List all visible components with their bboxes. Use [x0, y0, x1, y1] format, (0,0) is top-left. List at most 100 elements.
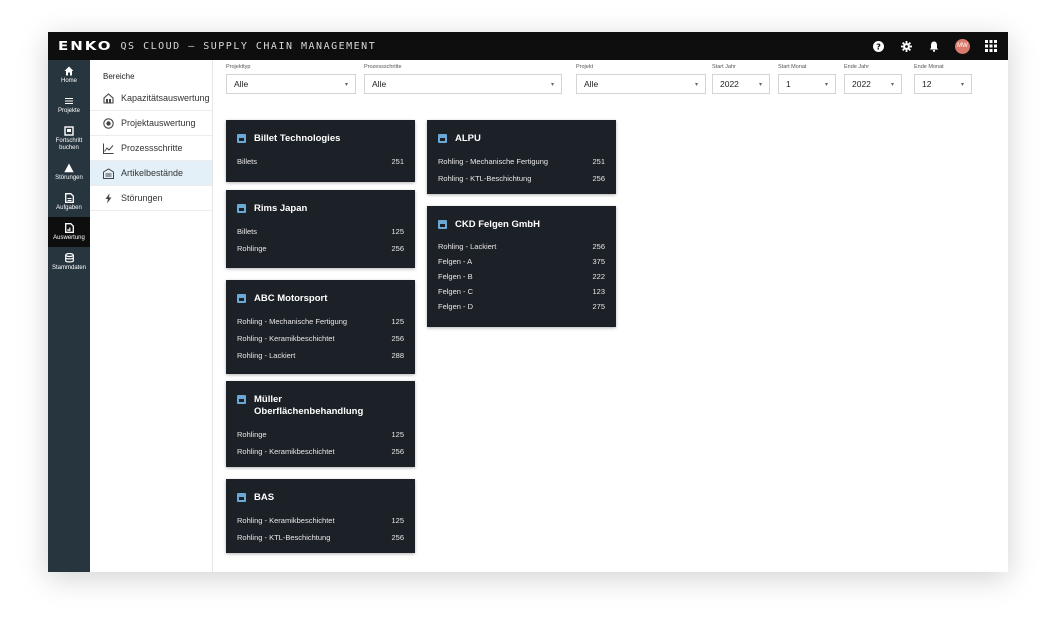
card-title: Müller Oberflächenbehandlung: [254, 394, 364, 417]
supplier-card-billet-technologies[interactable]: Billet Technologies Billets 251: [226, 120, 415, 182]
article-name: Rohling - Mechanische Fertigung: [438, 157, 549, 166]
card-row: Rohling - Keramikbeschichtet 125: [237, 512, 404, 529]
apps-grid-icon[interactable]: [984, 39, 998, 53]
avatar[interactable]: MW: [955, 38, 970, 54]
submenu-label: Artikelbestände: [121, 168, 184, 178]
image-icon: [237, 134, 246, 143]
submenu-heading: Bereiche: [103, 72, 135, 81]
prozessschritte-select[interactable]: Alle ▾: [364, 74, 562, 94]
supplier-card-mueller-oberflaechenbehandlung[interactable]: Müller Oberflächenbehandlung Rohlinge 125…: [226, 381, 415, 467]
chevron-down-icon: ▾: [550, 81, 554, 88]
article-count: 222: [592, 272, 605, 281]
article-count: 125: [391, 317, 404, 326]
list-icon: [65, 98, 73, 104]
submenu-item-projektauswertung[interactable]: Projektauswertung: [90, 111, 212, 136]
nav-item-stammdaten[interactable]: Stammdaten: [48, 247, 90, 277]
article-name: Rohling - KTL-Beschichtung: [438, 174, 532, 183]
article-name: Rohlinge: [237, 244, 267, 253]
app-window: ENKO QS CLOUD – SUPPLY CHAIN MANAGEMENT …: [48, 32, 1008, 572]
card-row: Rohling - Lackiert 288: [237, 347, 404, 364]
gear-icon[interactable]: [899, 39, 913, 53]
card-row: Rohling - Lackiert 256: [438, 239, 605, 254]
filter-prozessschritte: Prozessschritte Alle ▾: [364, 64, 562, 94]
capacity-icon: [103, 92, 114, 104]
supplier-card-ckd-felgen-gmbh[interactable]: CKD Felgen GmbH Rohling - Lackiert 256 Fe…: [427, 206, 616, 327]
article-name: Rohling - Keramikbeschichtet: [237, 334, 335, 343]
article-count: 256: [391, 244, 404, 253]
article-count: 125: [391, 516, 404, 525]
nav-label: Auswertung: [53, 235, 85, 241]
top-bar: ENKO QS CLOUD – SUPPLY CHAIN MANAGEMENT …: [48, 32, 1008, 60]
supplier-card-bas[interactable]: BAS Rohling - Keramikbeschichtet 125 Rohl…: [226, 479, 415, 553]
help-icon[interactable]: ?: [871, 39, 885, 53]
supplier-card-rims-japan[interactable]: Rims Japan Billets 125 Rohlinge 256: [226, 190, 415, 268]
article-name: Rohling - Keramikbeschichtet: [237, 447, 335, 456]
filter-projekttyp: Projekttyp Alle ▾: [226, 64, 356, 94]
card-title: Rims Japan: [254, 203, 308, 214]
card-row: Rohling - Mechanische Fertigung 251: [438, 153, 605, 170]
home-icon: [64, 66, 74, 76]
submenu-item-artikelbestaende[interactable]: Artikelbestände: [90, 161, 212, 186]
bell-icon[interactable]: [927, 39, 941, 53]
filter-label: Start Monat: [778, 64, 807, 70]
task-icon: [64, 193, 74, 203]
submenu-item-stoerungen[interactable]: Störungen: [90, 186, 212, 211]
card-row: Billets 251: [237, 153, 404, 170]
bolt-icon: [105, 193, 112, 203]
start-monat-select[interactable]: 1 ▾: [778, 74, 836, 94]
select-value: Alle: [372, 79, 387, 89]
app-title: QS CLOUD – SUPPLY CHAIN MANAGEMENT: [120, 40, 377, 52]
article-count: 123: [592, 287, 605, 296]
article-name: Rohling - Lackiert: [237, 351, 296, 360]
article-count: 125: [391, 430, 404, 439]
chevron-down-icon: ▾: [890, 81, 894, 88]
filter-bar: Projekttyp Alle ▾ Prozessschritte Alle ▾…: [214, 64, 1008, 104]
article-count: 275: [592, 302, 605, 311]
select-value: 2022: [720, 79, 739, 89]
nav-label: Störungen: [55, 175, 83, 181]
submenu-item-kapazitaetsauswertung[interactable]: Kapazitätsauswertung: [90, 86, 212, 111]
ende-monat-select[interactable]: 12 ▾: [914, 74, 972, 94]
nav-item-projekte[interactable]: Projekte: [48, 90, 90, 120]
submenu-item-prozessschritte[interactable]: Prozessschritte: [90, 136, 212, 161]
nav-label: Home: [60, 78, 77, 84]
article-count: 251: [592, 157, 605, 166]
article-count: 256: [592, 174, 605, 183]
target-icon: [103, 117, 114, 129]
progress-icon: [64, 126, 74, 136]
projekttyp-select[interactable]: Alle ▾: [226, 74, 356, 94]
article-name: Billets: [237, 157, 258, 166]
projekt-select[interactable]: Alle ▾: [576, 74, 706, 94]
start-jahr-select[interactable]: 2022 ▾: [712, 74, 770, 94]
ende-jahr-select[interactable]: 2022 ▾: [844, 74, 902, 94]
image-icon: [438, 220, 447, 229]
filter-start-monat: Start Monat 1 ▾: [778, 64, 836, 94]
card-row: Rohling - Keramikbeschichtet 256: [237, 330, 404, 347]
enko-logo[interactable]: ENKO: [58, 38, 113, 53]
card-row: Felgen - D 275: [438, 299, 605, 314]
report-icon: [64, 223, 74, 233]
chevron-down-icon: ▾: [344, 81, 348, 88]
card-row: Felgen - B 222: [438, 269, 605, 284]
submenu-label: Prozessschritte: [121, 143, 183, 153]
nav-item-fortschritt-buchen[interactable]: Fortschritt buchen: [48, 120, 90, 157]
image-icon: [438, 134, 447, 143]
chevron-down-icon: ▾: [824, 81, 828, 88]
article-count: 256: [391, 334, 404, 343]
card-title: BAS: [254, 492, 275, 503]
nav-item-home[interactable]: Home: [48, 60, 90, 90]
article-name: Felgen - D: [438, 302, 474, 311]
nav-item-stoerungen[interactable]: Störungen: [48, 157, 90, 187]
filter-label: Start Jahr: [712, 64, 736, 70]
supplier-card-alpu[interactable]: ALPU Rohling - Mechanische Fertigung 251 …: [427, 120, 616, 194]
nav-item-auswertung[interactable]: Auswertung: [48, 217, 90, 247]
line-chart-icon: [103, 143, 114, 154]
nav-item-aufgaben[interactable]: Aufgaben: [48, 187, 90, 217]
article-name: Rohling - KTL-Beschichtung: [237, 533, 331, 542]
nav-label: Stammdaten: [51, 265, 87, 271]
image-icon: [237, 294, 246, 303]
supplier-card-abc-motorsport[interactable]: ABC Motorsport Rohling - Mechanische Fer…: [226, 280, 415, 374]
submenu-label: Kapazitätsauswertung: [121, 93, 210, 103]
submenu-label: Projektauswertung: [121, 118, 196, 128]
chevron-down-icon: ▾: [960, 81, 964, 88]
